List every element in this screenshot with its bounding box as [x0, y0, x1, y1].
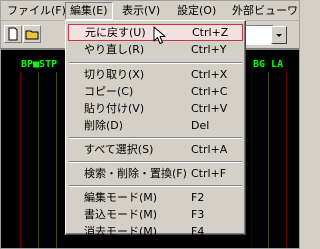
- open-folder-icon: [25, 30, 39, 40]
- grid-line: [268, 72, 269, 248]
- menu-item-paste[interactable]: 貼り付け(V) Ctrl+V: [68, 100, 243, 117]
- combo-dropdown-button[interactable]: [271, 26, 287, 44]
- toolbar-combo-box[interactable]: [245, 25, 273, 45]
- menu-item-erase-mode[interactable]: 消去モード(M) F4: [68, 223, 243, 238]
- menu-separator: [69, 185, 242, 187]
- new-file-button[interactable]: [4, 25, 22, 43]
- edit-dropdown-menu: 元に戻す(U) Ctrl+Z やり直し(R) Ctrl+Y 切り取り(X) Ct…: [65, 20, 246, 238]
- menu-settings[interactable]: 設定(O): [173, 2, 220, 20]
- menu-bar: ファイル(F) 編集(E) 表示(V) 設定(O) 外部ビューワ(: [1, 1, 299, 21]
- open-file-button[interactable]: [23, 25, 41, 43]
- menu-edit[interactable]: 編集(E): [65, 2, 113, 20]
- menu-separator: [69, 137, 242, 139]
- menu-item-find-replace[interactable]: 検索・削除・置換(F) Ctrl+F: [68, 165, 243, 182]
- channel-header-left: BP■STP: [21, 59, 58, 70]
- app-window: ファイル(F) 編集(E) 表示(V) 設定(O) 外部ビューワ( BP■STP…: [0, 0, 300, 249]
- channel-header-right: BG LA: [253, 59, 284, 70]
- menu-item-copy[interactable]: コピー(C) Ctrl+C: [68, 83, 243, 100]
- grid-line: [38, 72, 39, 248]
- mouse-pointer-icon: [153, 26, 166, 44]
- grid-line: [56, 72, 57, 248]
- menu-item-cut[interactable]: 切り取り(X) Ctrl+X: [68, 66, 243, 83]
- menu-separator: [69, 62, 242, 64]
- menu-item-write-mode[interactable]: 書込モード(M) F3: [68, 206, 243, 223]
- menu-view[interactable]: 表示(V): [118, 2, 164, 20]
- menu-item-delete[interactable]: 削除(D) Del: [68, 117, 243, 134]
- menu-external-viewer[interactable]: 外部ビューワ(: [228, 2, 299, 20]
- menu-item-edit-mode[interactable]: 編集モード(M) F2: [68, 189, 243, 206]
- menu-file[interactable]: ファイル(F): [3, 2, 70, 20]
- grid-line: [20, 72, 21, 248]
- menu-separator: [69, 161, 242, 163]
- grid-line: [251, 72, 252, 248]
- new-file-icon: [8, 27, 18, 41]
- grid-line: [286, 72, 287, 248]
- menu-item-select-all[interactable]: すべて選択(S) Ctrl+A: [68, 141, 243, 158]
